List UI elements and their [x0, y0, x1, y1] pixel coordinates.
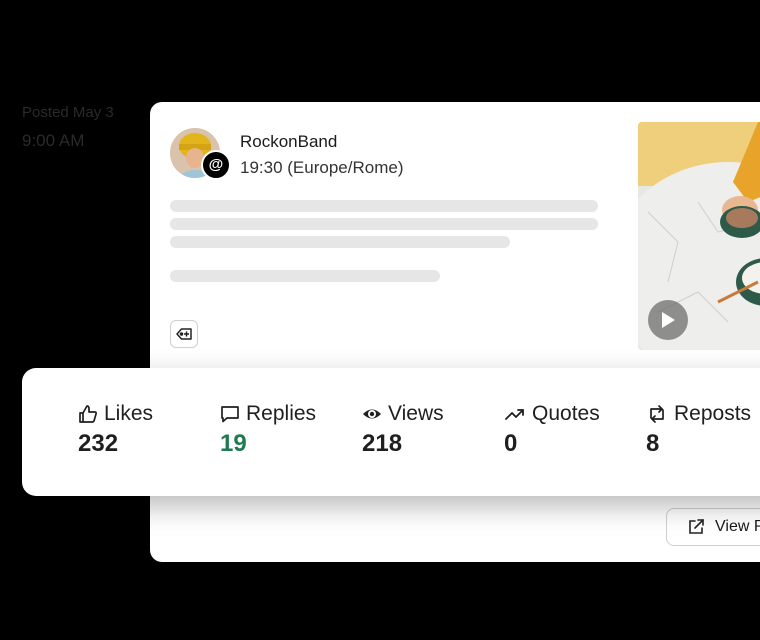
comment-icon — [220, 404, 240, 424]
stat-likes: Likes 232 — [78, 402, 153, 458]
stat-value: 232 — [78, 430, 119, 457]
stat-reposts: Reposts 8 — [646, 402, 751, 458]
text-placeholder-line — [170, 270, 440, 282]
stat-value: 218 — [362, 430, 403, 457]
avatar: @ — [170, 128, 231, 180]
stat-value: 0 — [504, 430, 518, 457]
posted-info: Posted May 3 9:00 AM — [22, 104, 114, 150]
eye-icon — [362, 404, 382, 424]
post-media-thumbnail[interactable] — [638, 122, 760, 350]
stat-quotes: Quotes 0 — [504, 402, 600, 458]
schedule-time: 19:30 (Europe/Rome) — [240, 158, 404, 177]
threads-icon: @ — [201, 150, 231, 180]
external-link-icon — [687, 518, 705, 536]
thumbs-up-icon — [78, 404, 98, 424]
play-button[interactable] — [648, 300, 688, 340]
stat-label: Views — [388, 402, 444, 425]
stat-label: Quotes — [532, 402, 600, 425]
trending-up-icon — [504, 404, 526, 424]
text-placeholder-line — [170, 236, 510, 248]
tag-plus-icon — [175, 325, 193, 343]
stage: Posted May 3 9:00 AM @ RockonBand 19:30 … — [0, 0, 760, 640]
account-name: RockonBand — [240, 132, 338, 151]
stat-value: 19 — [220, 430, 247, 457]
text-placeholder-line — [170, 200, 598, 212]
stat-value: 8 — [646, 430, 660, 457]
view-post-button[interactable]: View P — [666, 508, 760, 546]
stat-label: Replies — [246, 402, 317, 425]
text-placeholder-line — [170, 218, 598, 230]
stat-label: Reposts — [674, 402, 752, 425]
play-icon — [660, 311, 676, 329]
stats-card: Likes 232 Replies 19 Views 218 Quotes 0 … — [22, 368, 760, 496]
posted-time: 9:00 AM — [22, 131, 85, 150]
stat-label: Likes — [104, 402, 154, 425]
stat-views: Views 218 — [362, 402, 444, 458]
stat-replies: Replies 19 — [220, 402, 316, 458]
repost-icon — [646, 404, 668, 424]
view-post-label: View P — [715, 518, 760, 535]
add-tag-button[interactable] — [170, 320, 198, 348]
posted-label: Posted May 3 — [22, 104, 114, 121]
